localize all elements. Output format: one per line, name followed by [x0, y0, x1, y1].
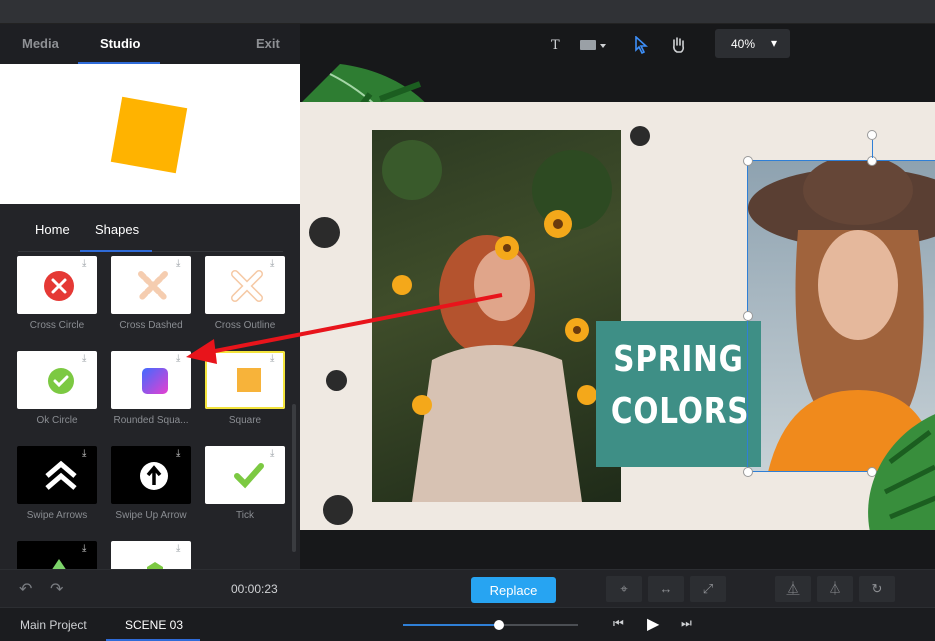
zoom-value: 40%: [731, 37, 756, 51]
decor-dot[interactable]: [326, 370, 347, 391]
shape-label: Cross Circle: [29, 320, 85, 331]
shape-label: Cross Outline: [214, 320, 276, 331]
resize-handle[interactable]: [743, 467, 753, 477]
canvas-area: T 40% ▾ SPRING COLORS: [300, 24, 935, 569]
download-icon[interactable]: ⤓: [176, 259, 187, 270]
shape-tile-rounded-square[interactable]: ⤓: [111, 351, 191, 409]
decor-dot[interactable]: [309, 217, 340, 248]
scrubber-handle[interactable]: [494, 620, 505, 630]
undo-icon[interactable]: ↶: [19, 579, 32, 599]
shape-tile-square[interactable]: ⤓: [205, 351, 285, 409]
tab-main-project[interactable]: Main Project: [20, 618, 87, 632]
subtab-home[interactable]: Home: [35, 222, 70, 237]
woman-flowers-photo-art: [382, 140, 612, 502]
zoom-select[interactable]: 40% ▾: [715, 29, 790, 58]
download-icon[interactable]: ⤓: [176, 354, 187, 365]
tab-studio[interactable]: Studio: [100, 36, 140, 51]
shape-tile-triangle[interactable]: ⤓: [17, 541, 97, 569]
scrubber-track[interactable]: [403, 620, 578, 630]
download-icon[interactable]: ⤓: [270, 354, 281, 365]
monstera-leaf-bottom-decoration: [868, 414, 935, 530]
shape-tile-swipe-up-arrow[interactable]: ⤓: [111, 446, 191, 504]
rotate-handle[interactable]: [867, 130, 877, 140]
flip-vertical-icon[interactable]: ⏃: [817, 576, 853, 602]
shape-label: Cross Dashed: [119, 320, 183, 331]
title-line-2: COLORS: [610, 391, 750, 432]
download-icon[interactable]: ⤓: [176, 449, 187, 460]
shape-tile-cross-circle[interactable]: ⤓: [17, 256, 97, 314]
studio-panel: Media Studio Exit Home Shapes ⤓ ⤓ ⤓ Cros…: [0, 24, 300, 569]
fit-width-icon[interactable]: ↔: [648, 576, 684, 602]
replace-button[interactable]: Replace: [471, 577, 556, 603]
shape-tile-tick[interactable]: ⤓: [205, 446, 285, 504]
shape-label: Tick: [236, 510, 254, 521]
resize-handle[interactable]: [743, 156, 753, 166]
shape-label: Rounded Squa...: [113, 415, 189, 426]
preview-square-shape: [110, 96, 188, 174]
download-icon[interactable]: ⤓: [176, 544, 187, 555]
download-icon[interactable]: ⤓: [82, 544, 93, 555]
timeline-bar: Main Project SCENE 03 ⏮ ▶ ⏭: [0, 607, 935, 641]
shape-tile-cross-dashed[interactable]: ⤓: [111, 256, 191, 314]
download-icon[interactable]: ⤓: [82, 354, 93, 365]
exit-button[interactable]: Exit: [256, 36, 280, 51]
panel-tabs: Media Studio Exit: [0, 24, 300, 64]
shape-preview: [0, 64, 300, 204]
tab-scene-03[interactable]: SCENE 03: [125, 618, 183, 632]
control-bar: ↶ ↷ 00:00:23 Replace ⌖ ↔ ⤢ ⏅ ⏃ ↻: [0, 569, 935, 607]
shape-tile-swipe-arrows[interactable]: ⤓: [17, 446, 97, 504]
chevron-down-icon: ▾: [771, 36, 778, 50]
skip-forward-icon[interactable]: ⏭: [681, 616, 692, 631]
rotate-icon[interactable]: ↻: [859, 576, 895, 602]
subtab-shapes[interactable]: Shapes: [95, 222, 139, 237]
expand-icon[interactable]: ⤢: [690, 576, 726, 602]
redo-icon[interactable]: ↷: [50, 579, 63, 599]
tab-media[interactable]: Media: [22, 36, 59, 51]
shape-label: Ok Circle: [36, 415, 78, 426]
active-subtab-indicator: [80, 250, 152, 252]
title-text-box[interactable]: SPRING COLORS: [596, 321, 761, 467]
rotate-handle-line: [872, 140, 873, 158]
shapes-scrollbar[interactable]: [292, 404, 296, 552]
decor-dot[interactable]: [630, 126, 650, 146]
play-icon[interactable]: ▶: [647, 614, 659, 634]
studio-subtabs: Home Shapes: [18, 214, 283, 252]
shape-label: Swipe Up Arrow: [115, 510, 187, 521]
download-icon[interactable]: ⤓: [270, 259, 281, 270]
skip-back-icon[interactable]: ⏮: [613, 616, 624, 631]
window-titlebar: [0, 0, 935, 24]
photo-woman-with-flowers[interactable]: [372, 130, 621, 502]
hand-pan-icon[interactable]: [671, 36, 685, 57]
shape-tile-hexagon[interactable]: ⤓: [111, 541, 191, 569]
flip-horizontal-icon[interactable]: ⏅: [775, 576, 811, 602]
shapes-grid: ⤓ ⤓ ⤓ Cross Circle Cross Dashed Cross Ou…: [0, 256, 290, 569]
text-tool-icon[interactable]: T: [551, 38, 560, 53]
shape-label: Swipe Arrows: [26, 510, 88, 521]
shape-tile-cross-outline[interactable]: ⤓: [205, 256, 285, 314]
decor-dot[interactable]: [323, 495, 353, 525]
download-icon[interactable]: ⤓: [82, 259, 93, 270]
target-icon[interactable]: ⌖: [606, 576, 642, 602]
download-icon[interactable]: ⤓: [82, 449, 93, 460]
scrubber-progress: [403, 624, 500, 626]
title-line-1: SPRING: [613, 339, 744, 380]
shape-label: Square: [228, 415, 262, 426]
resize-handle[interactable]: [743, 311, 753, 321]
shape-tool-icon[interactable]: [580, 38, 608, 55]
shape-tile-ok-circle[interactable]: ⤓: [17, 351, 97, 409]
select-pointer-icon[interactable]: [634, 35, 649, 57]
playhead-time: 00:00:23: [231, 582, 278, 596]
download-icon[interactable]: ⤓: [270, 449, 281, 460]
design-canvas[interactable]: SPRING COLORS: [300, 102, 935, 530]
